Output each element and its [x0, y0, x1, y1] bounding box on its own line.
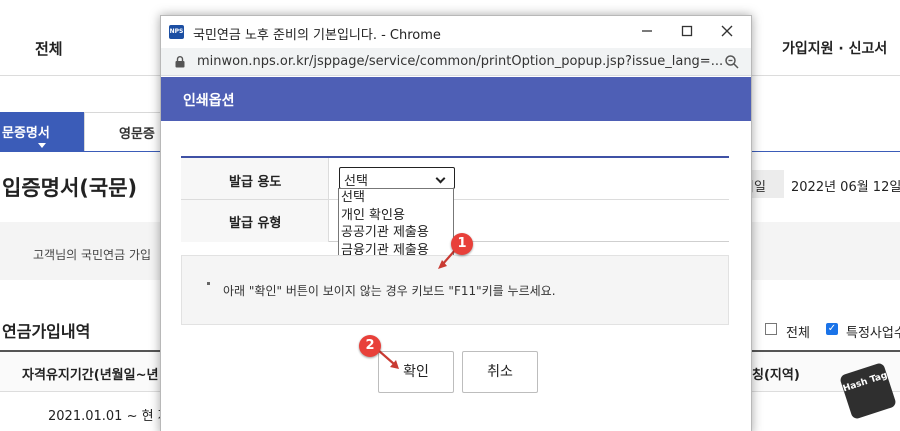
nps-favicon-icon: NPS: [169, 25, 184, 39]
print-option-popup-window: NPS 국민연금 노후 준비의 기본입니다. - Chrome minwon.n…: [160, 15, 752, 431]
table-cell-period: 2021.01.01 ~ 현 지: [48, 409, 170, 424]
section-title: 연금가입내역: [2, 322, 91, 341]
check-icon: ✓: [827, 323, 837, 334]
close-button[interactable]: [707, 20, 747, 44]
nav-item-all[interactable]: 전체: [35, 38, 63, 59]
step-1-badge: 1: [451, 233, 473, 255]
popup-notice-text: 아래 "확인" 버튼이 보이지 않는 경우 키보드 "F11"키를 누르세요.: [223, 284, 556, 298]
option-personal[interactable]: 개인 확인용: [339, 207, 453, 225]
filter-all-label: 전체: [786, 326, 810, 341]
filter-all-checkbox[interactable]: [765, 323, 777, 335]
minimize-button[interactable]: [627, 20, 667, 44]
popup-header: 인쇄옵션: [161, 77, 751, 121]
column-header-name: 칭(지역): [752, 368, 800, 383]
address-bar[interactable]: minwon.nps.or.kr/jsppage/service/common/…: [161, 48, 751, 76]
zoom-icon[interactable]: [724, 54, 740, 70]
cancel-button[interactable]: 취소: [462, 351, 538, 393]
column-header-period: 자격유지기간(년월일~년: [22, 368, 159, 383]
issue-purpose-selected-value: 선택: [344, 174, 368, 189]
filter-specific-label: 특정사업수: [846, 326, 900, 341]
window-titlebar[interactable]: NPS 국민연금 노후 준비의 기본입니다. - Chrome: [161, 16, 751, 48]
minimize-icon: [642, 30, 652, 32]
issue-purpose-select[interactable]: 선택: [339, 167, 455, 189]
notice-text: 고객님의 국민연금 가입: [33, 248, 152, 262]
maximize-icon: [681, 25, 693, 37]
bullet-icon: [207, 282, 210, 285]
url-text: minwon.nps.or.kr/jsppage/service/common/…: [197, 54, 724, 69]
issue-date: 2022년 06월 12일: [791, 180, 900, 195]
window-title: 국민연금 노후 준비의 기본입니다. - Chrome: [193, 28, 441, 43]
option-public-agency[interactable]: 공공기관 제출용: [339, 224, 453, 242]
chevron-down-icon: [435, 173, 446, 184]
tab-caret-icon: [38, 143, 46, 148]
step-2-badge: 2: [359, 335, 381, 357]
issue-type-label: 발급 유형: [229, 216, 282, 231]
option-select[interactable]: 선택: [339, 189, 453, 207]
filter-specific-checkbox[interactable]: ✓: [826, 323, 838, 335]
lock-icon: [175, 56, 185, 68]
maximize-button[interactable]: [667, 20, 707, 44]
tab-korean-certificate-label: 문증명서: [2, 126, 50, 141]
issue-purpose-label: 발급 용도: [229, 175, 282, 190]
page-title: 입증명서(국문): [2, 176, 138, 200]
close-icon: [721, 25, 733, 37]
nav-item-registration[interactable]: 가입지원 · 신고서: [782, 38, 887, 58]
popup-title: 인쇄옵션: [183, 93, 235, 109]
form-row-divider: [181, 199, 729, 200]
